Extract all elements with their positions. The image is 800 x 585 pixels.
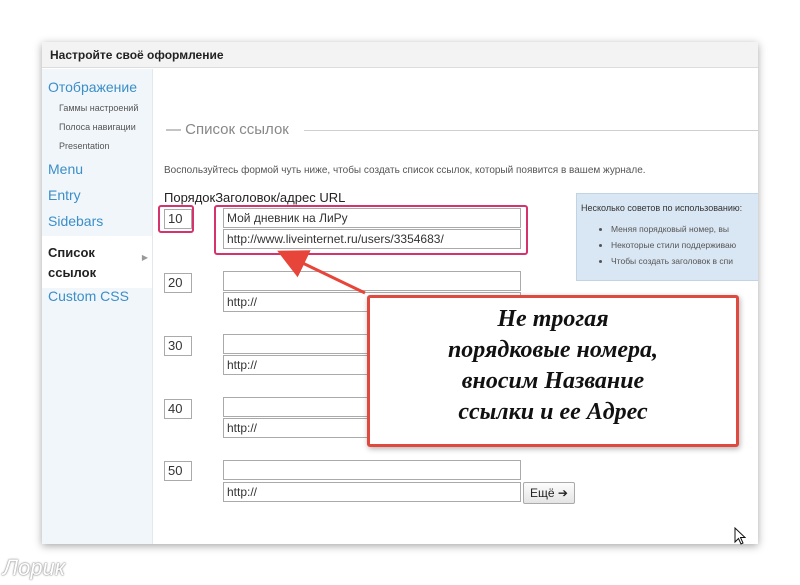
- callout-line: вносим Название: [461, 368, 645, 394]
- callout-box: Не трогая порядковые номера, вносим Назв…: [367, 295, 739, 447]
- callout-line: ссылки и ее Адрес: [458, 399, 648, 425]
- mouse-cursor-icon: [734, 527, 747, 545]
- annotation-arrow: [277, 250, 366, 295]
- callout-line: порядковые номера,: [447, 337, 659, 363]
- watermark: Лорик: [3, 555, 66, 580]
- callout-line: Не трогая: [497, 306, 609, 332]
